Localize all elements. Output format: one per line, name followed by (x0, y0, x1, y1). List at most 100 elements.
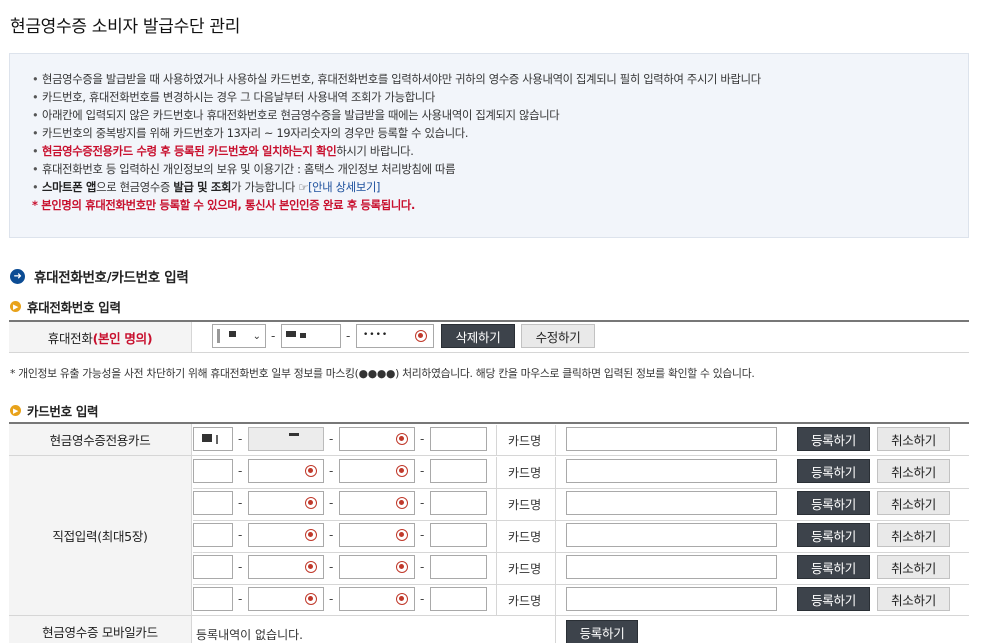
card-number-input-3[interactable] (339, 523, 415, 547)
notice-item: • 스마트폰 앱으로 현금영수증 발급 및 조회가 가능합니다 ☞[안내 상세보기… (32, 179, 968, 197)
card-cancel-button[interactable]: 취소하기 (877, 459, 950, 483)
card-name-input[interactable] (566, 523, 777, 547)
mobile-no-history: 등록내역이 없습니다. (196, 628, 303, 642)
card-register-button[interactable]: 등록하기 (797, 523, 870, 547)
notice-list: • 현금영수증을 발급받을 때 사용하였거나 사용하실 카드번호, 휴대전화번호를… (32, 71, 968, 215)
phone-middle-input[interactable] (281, 324, 341, 348)
eye-icon[interactable] (396, 593, 408, 605)
card-number-input-1[interactable] (193, 587, 233, 611)
card-name-label: 카드명 (508, 530, 542, 544)
card-number-input-4[interactable] (430, 491, 487, 515)
card-name-input[interactable] (566, 427, 777, 451)
eye-icon[interactable] (396, 497, 408, 509)
dedicated-card-label-cell: 현금영수증전용카드 (9, 424, 192, 455)
dash: - (420, 560, 425, 574)
phone-last-masked: •••• (363, 330, 389, 340)
notice-text: 발급 및 조회 (173, 181, 232, 194)
card-number-input-4[interactable] (430, 523, 487, 547)
card-register-button[interactable]: 등록하기 (797, 491, 870, 515)
bullet-icon: • (32, 145, 39, 158)
card-number-input-1[interactable] (193, 427, 233, 451)
eye-icon[interactable] (396, 529, 408, 541)
eye-icon[interactable] (305, 497, 317, 509)
row-divider (193, 584, 969, 585)
eye-icon[interactable] (305, 529, 317, 541)
card-number-input-3[interactable] (339, 459, 415, 483)
card-number-input-2[interactable] (248, 491, 324, 515)
card-number-input-1[interactable] (193, 491, 233, 515)
bullet-icon: • (32, 91, 39, 104)
mobile-register-button[interactable]: 등록하기 (566, 620, 638, 643)
notice-text: * 본인명의 휴대전화번호만 등록할 수 있으며, 통신사 본인인증 완료 후 … (32, 199, 415, 212)
card-register-button[interactable]: 등록하기 (797, 555, 870, 579)
card-number-input-4[interactable] (430, 459, 487, 483)
card-cancel-button[interactable]: 취소하기 (877, 491, 950, 515)
dash: - (329, 464, 334, 478)
dedicated-card-label: 현금영수증전용카드 (49, 433, 151, 448)
carrier-select[interactable]: ⌄ (212, 324, 266, 348)
row-divider (9, 455, 969, 456)
eye-icon[interactable] (396, 433, 408, 445)
eye-icon[interactable] (396, 561, 408, 573)
card-name-label: 카드명 (508, 466, 542, 480)
card-cancel-button[interactable]: 취소하기 (877, 427, 950, 451)
card-number-input-3[interactable] (339, 587, 415, 611)
cell-divider (555, 457, 556, 488)
bullet-arrow-icon: ▶ (10, 405, 21, 416)
card-name-input[interactable] (566, 491, 777, 515)
card-number-input-4[interactable] (430, 555, 487, 579)
card-number-input-2[interactable] (248, 555, 324, 579)
card-register-button[interactable]: 등록하기 (797, 459, 870, 483)
eye-icon[interactable] (305, 593, 317, 605)
dash: - (420, 432, 425, 446)
card-number-input-2[interactable] (248, 427, 324, 451)
card-number-input-1[interactable] (193, 555, 233, 579)
dash: - (271, 329, 276, 343)
bullet-icon: • (32, 163, 39, 176)
card-subtitle-text: 카드번호 입력 (27, 404, 99, 419)
card-register-button[interactable]: 등록하기 (797, 427, 870, 451)
cell-divider (496, 425, 497, 456)
card-number-input-1[interactable] (193, 459, 233, 483)
notice-item: • 현금영수증전용카드 수령 후 등록된 카드번호와 일치하는지 확인하시기 바랍… (32, 143, 968, 161)
dash: - (420, 592, 425, 606)
cell-divider (496, 521, 497, 552)
cell-divider (496, 553, 497, 584)
phone-delete-button[interactable]: 삭제하기 (441, 324, 515, 348)
card-name-input[interactable] (566, 459, 777, 483)
card-number-input-2[interactable] (248, 459, 324, 483)
card-cancel-button[interactable]: 취소하기 (877, 587, 950, 611)
phone-middle-masked-2 (300, 333, 306, 338)
notice-box: • 현금영수증을 발급받을 때 사용하였거나 사용하실 카드번호, 휴대전화번호를… (9, 53, 969, 238)
card-cancel-button[interactable]: 취소하기 (877, 555, 950, 579)
phone-last-input[interactable]: •••• (356, 324, 434, 348)
eye-icon[interactable] (415, 330, 427, 342)
notice-item: * 본인명의 휴대전화번호만 등록할 수 있으며, 통신사 본인인증 완료 후 … (32, 197, 968, 215)
card-number-input-2[interactable] (248, 587, 324, 611)
carrier-select-masked (217, 329, 220, 343)
card-number-input-2[interactable] (248, 523, 324, 547)
card-register-button[interactable]: 등록하기 (797, 587, 870, 611)
card-cancel-button[interactable]: 취소하기 (877, 523, 950, 547)
notice-text: 카드번호, 휴대전화번호를 변경하시는 경우 그 다음날부터 사용내역 조회가 … (42, 91, 435, 104)
page-title: 현금영수증 소비자 발급수단 관리 (10, 17, 241, 37)
eye-icon[interactable] (396, 465, 408, 477)
eye-icon[interactable] (305, 561, 317, 573)
dash: - (420, 464, 425, 478)
card-number-input-4[interactable] (430, 587, 487, 611)
notice-item: • 카드번호의 중복방지를 위해 카드번호가 13자리 ~ 19자리숫자의 경우만… (32, 125, 968, 143)
cell-divider (555, 553, 556, 584)
phone-edit-button[interactable]: 수정하기 (521, 324, 595, 348)
guide-detail-link[interactable]: [안내 상세보기] (308, 181, 380, 194)
card-number-input-1[interactable] (193, 523, 233, 547)
card-number-input-4[interactable] (430, 427, 487, 451)
cell-divider (555, 425, 556, 456)
eye-icon[interactable] (305, 465, 317, 477)
card-number-input-3[interactable] (339, 427, 415, 451)
card-number-input-3[interactable] (339, 555, 415, 579)
card-number-input-3[interactable] (339, 491, 415, 515)
notice-text: 현금영수증을 발급받을 때 사용하였거나 사용하실 카드번호, 휴대전화번호를 … (42, 73, 761, 86)
card-name-input[interactable] (566, 587, 777, 611)
card-name-input[interactable] (566, 555, 777, 579)
pointing-hand-icon: ☞ (298, 181, 309, 194)
